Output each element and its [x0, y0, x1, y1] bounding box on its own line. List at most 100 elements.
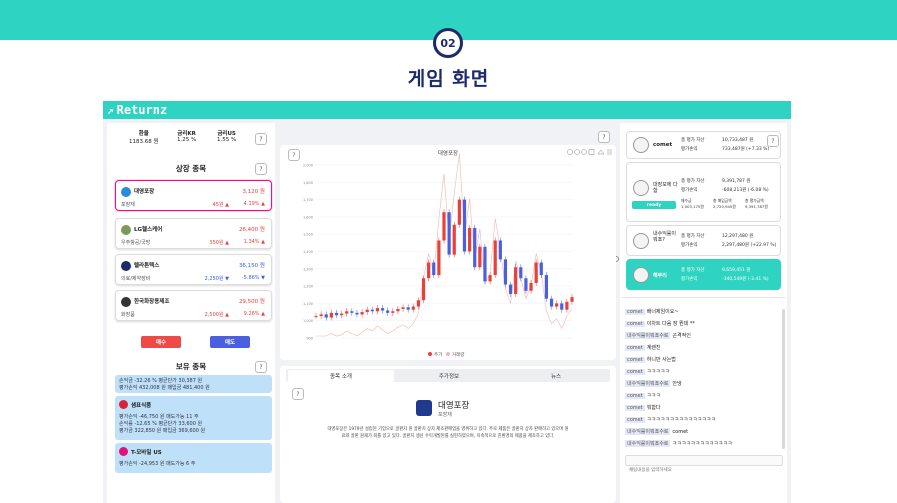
candle	[437, 240, 441, 276]
ready-badge: ready	[632, 201, 676, 209]
divider	[622, 297, 785, 298]
holding-line: 평가손익 -46,750 원 매도가능 11 주	[119, 414, 199, 420]
holding-card[interactable]: T-모바일 US 평가손익 -24,953 원 매도가능 6 주	[115, 443, 272, 473]
stock-name: LG헬스케어	[134, 227, 163, 233]
candle	[457, 199, 461, 225]
player-card-current: 해무리 총 평가 자산 9,659,451 원 평가손익 -340,549원 (…	[626, 259, 781, 290]
chat-user: comet	[625, 417, 645, 423]
chat-message: comet 하니만 사는법	[625, 356, 676, 363]
candle	[462, 199, 467, 252]
chat-text: 배너제임이요~	[646, 309, 679, 315]
left-panel: 환율 1183.68 원 금리KR 1.25 % 금리US 1.55 % ? 상장 종…	[107, 123, 275, 503]
y-tick-label: 900	[306, 337, 313, 341]
candle	[452, 224, 456, 255]
chat-text: 하니만 사는법	[646, 357, 676, 363]
profit-value: -340,549원 (-3.41 %)	[722, 277, 769, 282]
holding-line: 손익률 -12.65 % 평균단가 33,600 원	[119, 421, 203, 427]
company-logo-icon	[121, 261, 131, 271]
candle	[411, 306, 415, 310]
stock-card[interactable]: 한국화장용제조 29,500 원 화장품 2,500원 ▲ 9.26% ▲	[115, 290, 272, 321]
chat-message: 내수익률이뭐죠수로 안냉	[625, 380, 682, 387]
zoom-in-icon[interactable]	[574, 149, 580, 155]
candle	[340, 313, 344, 316]
section-number-badge: 02	[433, 28, 463, 58]
sell-button[interactable]: 매도	[210, 336, 250, 348]
candle	[314, 315, 318, 317]
stock-percent: -5.86% ▼	[241, 275, 265, 281]
y-tick-label: 1,600	[303, 215, 313, 219]
candle	[503, 259, 508, 285]
chat-text: ㅋㅋㅋㅋㅋ	[646, 369, 670, 375]
chat-input-field[interactable]	[626, 466, 776, 475]
home-icon[interactable]	[597, 149, 605, 155]
stock-card[interactable]: 대영포장 3,120 원 포장재 45원 ▲ 4.19% ▲	[115, 180, 272, 211]
help-icon[interactable]: ?	[767, 135, 779, 147]
asset-label: 총 평가 자산	[681, 268, 705, 273]
tab-news[interactable]: 뉴스	[504, 370, 608, 382]
stock-price: 29,500 원	[238, 299, 265, 305]
center-panel: ? ? 대영포장 2,000 1,800 1,700 1,600 1,500 1,400 1…	[280, 123, 674, 503]
chat-text: ㅋㅋㅋㅋㅋㅋㅋㅋㅋㅋㅋㅋㅋㅋㅋ	[646, 417, 716, 423]
player-extra: 총 평가금액 9,391,787원	[745, 198, 768, 209]
chat-scrollbar[interactable]	[782, 309, 785, 449]
candle	[396, 308, 400, 312]
y-tick-label: 2,000	[303, 164, 313, 168]
avatar	[633, 267, 649, 283]
chat-input[interactable]	[625, 455, 783, 475]
menu-icon[interactable]	[607, 149, 612, 155]
player-card: 대장모에 다함 총 평가 자산 9,391,787 원 평가손익 -608,21…	[626, 162, 781, 222]
candle	[493, 240, 497, 276]
chat-user: comet	[625, 357, 645, 363]
chat-text: 뭐함다	[646, 405, 661, 411]
help-icon[interactable]: ?	[255, 133, 267, 145]
chat-message: comet 이차트 다음 장 뭔데 **	[625, 320, 695, 327]
candle	[386, 310, 390, 313]
buy-button[interactable]: 매수	[141, 336, 181, 348]
zoom-out-icon[interactable]	[567, 149, 573, 155]
tab-stock-info[interactable]: 주가정보	[396, 370, 502, 382]
holding-card[interactable]: 샘표식품 평가손익 -46,750 원 매도가능 11 주 손익률 -12.65…	[115, 396, 272, 440]
stock-card[interactable]: 텔라튼텍스 36,150 원 의료/제약장비 2,250원 ▼ -5.86% ▼	[115, 254, 272, 285]
help-icon[interactable]: ?	[598, 131, 610, 143]
candle	[334, 312, 339, 316]
stock-percent: 9.26% ▲	[243, 311, 265, 317]
candle	[375, 308, 380, 312]
candle	[529, 282, 533, 291]
chat-user: comet	[625, 321, 645, 327]
download-icon[interactable]	[588, 149, 595, 155]
candle	[565, 301, 569, 310]
price-chart[interactable]: 대영포장 2,000 1,800 1,700 1,600 1,500 1,400 1,300…	[280, 145, 616, 360]
player-card: comet 총 평가 자산 10,733,487 원 평가손익 733,487원…	[626, 131, 781, 159]
player-name: 해무리	[653, 273, 667, 279]
stock-price: 3,120 원	[242, 189, 265, 195]
holding-card[interactable]: 손익금 -32.26 % 평균단가 30,387 원 평가손익 432,008 …	[115, 375, 272, 393]
help-icon[interactable]: ?	[292, 388, 304, 400]
candle	[560, 303, 564, 310]
chart-logo-icon: ↗	[107, 103, 114, 117]
chart-toolbar[interactable]	[567, 149, 613, 155]
y-tick-label: 1,400	[303, 250, 313, 254]
holding-line: 평가손익 -24,953 원 매도가능 6 주	[119, 461, 196, 467]
stock-name: 한국화장용제조	[134, 299, 170, 305]
tab-company-intro[interactable]: 종목 소개	[288, 369, 394, 382]
help-icon[interactable]: ?	[255, 163, 267, 175]
company-logo-icon	[121, 225, 131, 235]
chat-text: 곤격적인	[672, 333, 691, 339]
candle	[380, 308, 385, 311]
help-icon[interactable]: ?	[255, 361, 267, 373]
company-logo-icon	[416, 400, 432, 416]
chat-text: comet	[672, 429, 689, 435]
holding-line: 평가금 322,850 원 매입금 369,600 원	[119, 428, 206, 434]
holding-line: 평가손익 432,008 원 매입금 481,400 원	[119, 385, 210, 391]
search-icon[interactable]	[581, 149, 587, 155]
candle	[427, 262, 431, 279]
chat-message: comet ㅋㅋㅋ	[625, 392, 661, 399]
chat-message: comet 계렌진	[625, 344, 661, 351]
company-logo-icon	[119, 400, 128, 409]
chat-user: 내수익률이뭐죠수로	[625, 440, 671, 447]
company-name: 대영포장	[438, 401, 470, 411]
stock-card[interactable]: LG헬스케어 26,400 원 우주항공/국방 350원 ▲ 1.34% ▲	[115, 218, 272, 249]
candle	[514, 267, 518, 294]
company-sector: 포장재	[438, 412, 452, 418]
candle	[350, 311, 354, 313]
